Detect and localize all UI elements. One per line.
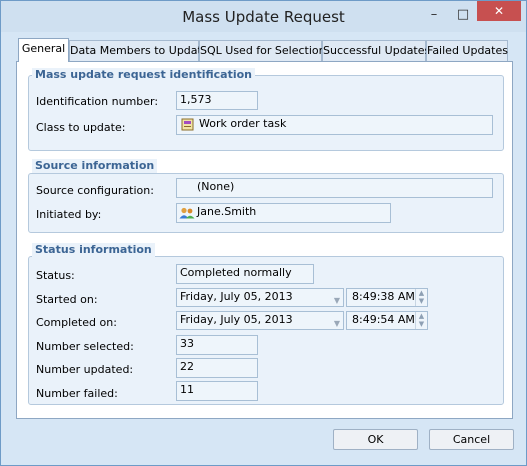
maximize-icon[interactable]: □ (453, 6, 473, 26)
close-icon[interactable]: ✕ (477, 1, 521, 21)
initiated-by-value: Jane.Smith (197, 205, 257, 218)
chevron-down-icon[interactable]: ▼ (334, 316, 340, 329)
number-selected-label: Number selected: (36, 340, 134, 353)
started-on-date: Friday, July 05, 2013 (180, 290, 293, 303)
users-icon (179, 207, 195, 219)
source-configuration-field: (None) (176, 178, 493, 198)
class-to-update-label: Class to update: (36, 121, 126, 134)
class-to-update-value: Work order task (199, 117, 287, 130)
completed-on-time: 8:49:54 AM (352, 313, 415, 326)
completed-on-label: Completed on: (36, 316, 117, 329)
number-failed-field: 11 (176, 381, 258, 401)
tab-panel-general: Mass update request identification Ident… (16, 61, 513, 419)
initiated-by-label: Initiated by: (36, 208, 102, 221)
window-title: Mass Update Request (182, 8, 345, 26)
tab-failed-updates[interactable]: Failed Updates (426, 40, 508, 61)
cancel-button[interactable]: Cancel (429, 429, 514, 450)
ok-button[interactable]: OK (333, 429, 418, 450)
class-to-update-field: Work order task (176, 115, 493, 135)
number-selected-field: 33 (176, 335, 258, 355)
group-title-status: Status information (32, 243, 155, 257)
minimize-icon[interactable]: – (424, 6, 444, 26)
completed-on-time-spinner[interactable]: 8:49:54 AM ▲ ▼ (346, 311, 428, 330)
source-configuration-label: Source configuration: (36, 184, 154, 197)
identification-number-field: 1,573 (176, 91, 258, 110)
tab-general[interactable]: General (18, 38, 69, 62)
chevron-down-icon[interactable]: ▼ (334, 293, 340, 306)
number-updated-field: 22 (176, 358, 258, 378)
started-on-time-spinner[interactable]: 8:49:38 AM ▲ ▼ (346, 288, 428, 307)
completed-on-date: Friday, July 05, 2013 (180, 313, 293, 326)
tab-data-members[interactable]: Data Members to Update (69, 40, 209, 61)
time-spin-buttons[interactable]: ▲ ▼ (415, 312, 427, 329)
started-on-date-picker[interactable]: Friday, July 05, 2013 ▼ (176, 288, 344, 307)
status-field: Completed normally (176, 264, 314, 284)
group-title-source: Source information (32, 159, 158, 173)
completed-on-date-picker[interactable]: Friday, July 05, 2013 ▼ (176, 311, 344, 330)
task-icon (181, 118, 194, 131)
number-updated-label: Number updated: (36, 363, 134, 376)
number-failed-label: Number failed: (36, 387, 118, 400)
identification-number-label: Identification number: (36, 95, 159, 108)
group-identification (28, 75, 504, 151)
started-on-label: Started on: (36, 293, 98, 306)
group-title-identification: Mass update request identification (32, 68, 256, 82)
initiated-by-field: Jane.Smith (176, 203, 391, 223)
status-label: Status: (36, 269, 75, 282)
time-spin-buttons[interactable]: ▲ ▼ (415, 289, 427, 306)
tab-sql[interactable]: SQL Used for Selection (199, 40, 326, 61)
started-on-time: 8:49:38 AM (352, 290, 415, 303)
tab-successful-updates[interactable]: Successful Updates (322, 40, 430, 61)
